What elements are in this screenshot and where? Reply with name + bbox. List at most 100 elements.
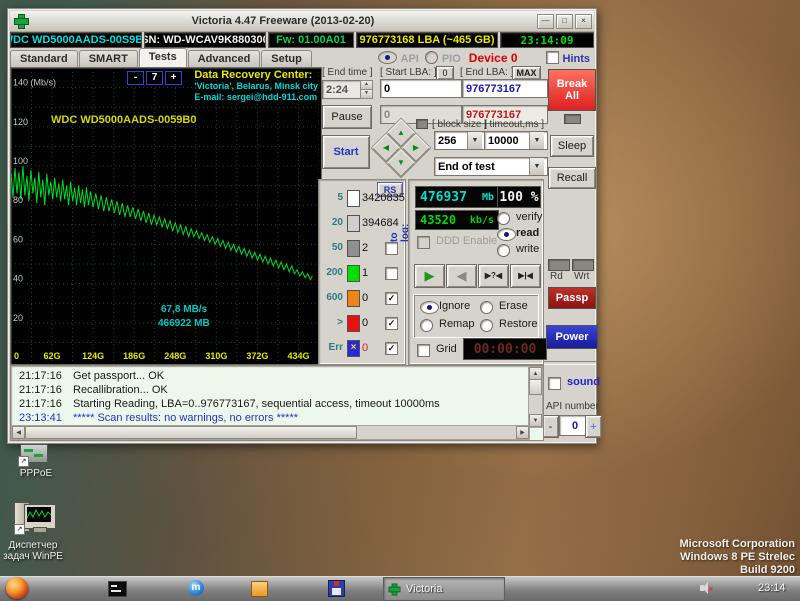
power-button[interactable]: Power	[546, 325, 598, 349]
monitor-icon	[24, 504, 56, 529]
to-log-checkbox[interactable]: ✓	[385, 317, 398, 330]
ddd-enable-checkbox[interactable]	[417, 236, 430, 249]
m-app-icon[interactable]: m	[188, 580, 204, 596]
start-button[interactable]: Start	[322, 135, 370, 169]
hscroll-thumb[interactable]	[25, 426, 357, 439]
banner-title: Data Recovery Center:	[194, 70, 318, 81]
seek-error-button[interactable]: ▶?◀	[478, 264, 509, 288]
scroll-down-icon[interactable]: ▼	[529, 414, 542, 427]
minimize-button[interactable]: —	[537, 14, 554, 29]
end-action-select[interactable]: End of test▼	[434, 157, 548, 176]
log-vscrollbar[interactable]: ▲ ▼	[528, 366, 543, 428]
start-lba-field[interactable]: 0	[380, 79, 462, 98]
timer-value: 00:00:00	[474, 342, 537, 357]
write-radio[interactable]	[497, 244, 510, 257]
counter-value: 0	[362, 292, 368, 304]
chevron-down-icon[interactable]: ▼	[529, 158, 544, 175]
tab-setup[interactable]: Setup	[261, 50, 312, 67]
seek-end-button[interactable]: ▶|◀	[510, 264, 541, 288]
tab-standard[interactable]: Standard	[10, 50, 78, 67]
api-minus-button[interactable]: -	[542, 415, 559, 438]
start-button[interactable]	[6, 577, 28, 599]
grid-checkbox[interactable]	[417, 344, 430, 357]
tab-tests[interactable]: Tests	[139, 48, 187, 67]
remap-radio[interactable]	[420, 319, 433, 332]
zoom-in-button[interactable]: +	[165, 71, 182, 85]
banner-line2: 'Victoria', Belarus, Minsk city	[194, 81, 318, 92]
back-icon: ◀	[457, 266, 467, 286]
zoom-out-button[interactable]: -	[127, 71, 144, 85]
volume-muted-icon[interactable]: ×	[700, 582, 714, 594]
block-time-counters-panel: RS to log: 5 3420835 20 394684 50 2 200 …	[318, 179, 406, 365]
end-time-down-button[interactable]: ▼	[360, 89, 373, 99]
drive-firmware: Fw: 01.00A01	[268, 32, 354, 48]
sleep-button[interactable]: Sleep	[550, 135, 594, 157]
floppy-save-icon[interactable]	[328, 580, 345, 597]
cmd-icon[interactable]	[108, 581, 127, 597]
desktop-icon-task-manager[interactable]: ↗ Диспетчер задач WinPE	[0, 500, 66, 572]
pause-button[interactable]: Pause	[322, 105, 372, 129]
tray-clock[interactable]: 23:14	[758, 582, 786, 594]
counter-threshold: Err	[323, 342, 343, 353]
ignore-label: Ignore	[439, 300, 470, 312]
to-log-checkbox[interactable]	[385, 242, 398, 255]
monitor-stand	[33, 527, 47, 533]
erase-radio[interactable]	[480, 301, 493, 314]
svg-text:434G: 434G	[287, 351, 309, 361]
to-log-checkbox[interactable]: ✓	[385, 342, 398, 355]
svg-text:20: 20	[13, 313, 23, 323]
wrt-led-label: Wrt	[574, 271, 589, 282]
os-watermark: Microsoft Corporation Windows 8 PE Strel…	[680, 538, 796, 577]
svg-text:60: 60	[13, 234, 23, 244]
read-led	[548, 259, 570, 271]
timeout-label: [ timeout,ms ]	[484, 119, 544, 130]
desktop-icon-pppoe[interactable]: ↗ PPPoE	[6, 444, 66, 488]
api-plus-button[interactable]: +	[585, 415, 602, 438]
read-radio[interactable]	[497, 228, 516, 241]
start-lba-reset-button[interactable]: 0	[436, 66, 454, 80]
speed-unit: kb/s	[470, 215, 494, 226]
shortcut-arrow-icon: ↗	[14, 524, 25, 535]
chevron-down-icon[interactable]: ▼	[467, 132, 482, 149]
log-hscrollbar[interactable]: ◀ ▶	[11, 425, 530, 440]
write-label: write	[516, 243, 539, 255]
block-size-select[interactable]: 256▼	[434, 131, 486, 150]
scroll-left-icon[interactable]: ◀	[12, 426, 25, 439]
api-radio[interactable]	[378, 51, 397, 64]
folder-icon[interactable]	[251, 581, 268, 597]
pio-radio[interactable]	[425, 51, 438, 64]
victoria-app-icon	[14, 14, 29, 29]
verify-radio[interactable]	[497, 212, 510, 225]
read-label: read	[516, 227, 539, 239]
counter-threshold: 50	[323, 242, 343, 253]
end-lba-max-button[interactable]: MAX	[512, 66, 541, 80]
restore-radio[interactable]	[480, 319, 493, 332]
graph-zoom-control: - 7 +	[127, 71, 182, 85]
break-all-button[interactable]: Break All	[548, 69, 596, 111]
sound-checkbox[interactable]	[548, 377, 561, 390]
timeout-select[interactable]: 10000▼	[484, 131, 548, 150]
taskbar-victoria-task[interactable]: Victoria	[383, 577, 505, 601]
recall-button[interactable]: Recall	[548, 167, 596, 189]
to-log-checkbox[interactable]: ✓	[385, 292, 398, 305]
passport-button[interactable]: Passp	[548, 287, 596, 309]
scan-back-button[interactable]: ◀	[446, 264, 477, 288]
chevron-down-icon[interactable]: ▼	[529, 132, 544, 149]
maximize-button[interactable]: □	[556, 14, 573, 29]
start-scan-button[interactable]: ▶	[414, 264, 445, 288]
window-title: Victoria 4.47 Freeware (2013-02-20)	[29, 15, 537, 27]
svg-text:310G: 310G	[205, 351, 227, 361]
zoom-level: 7	[146, 71, 163, 85]
close-button[interactable]: ×	[575, 14, 592, 29]
log-area[interactable]: 21:17:16Get passport... OK 21:17:16Recal…	[10, 365, 544, 441]
to-log-checkbox[interactable]	[385, 267, 398, 280]
vscroll-thumb[interactable]	[529, 379, 542, 395]
tab-smart[interactable]: SMART	[79, 50, 138, 67]
scroll-right-icon[interactable]: ▶	[516, 426, 529, 439]
ignore-radio[interactable]	[420, 301, 439, 314]
title-bar[interactable]: Victoria 4.47 Freeware (2013-02-20) — □ …	[10, 11, 594, 32]
end-lba-field[interactable]: 976773167	[462, 79, 548, 98]
tab-advanced[interactable]: Advanced	[188, 50, 261, 67]
device-selector[interactable]: Device 0	[469, 51, 518, 65]
hints-checkbox[interactable]	[546, 51, 559, 64]
